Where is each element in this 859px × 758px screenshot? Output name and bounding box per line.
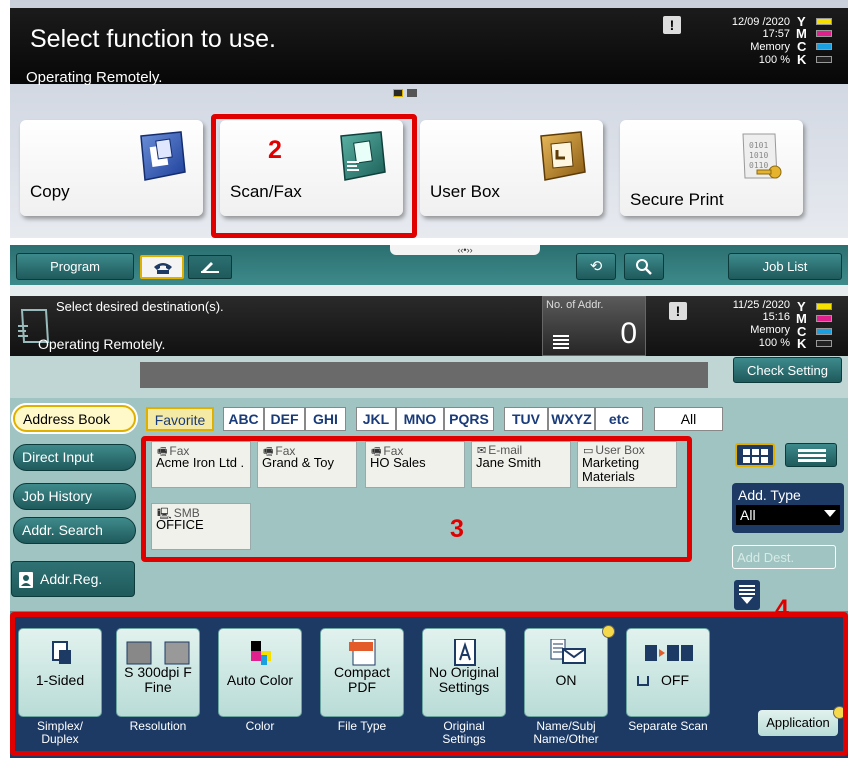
callout-number-2: 2 xyxy=(268,136,282,164)
toner-magenta-bar xyxy=(816,30,832,37)
add-type-dropdown[interactable]: All xyxy=(736,505,840,525)
time-readout: 15:16 xyxy=(762,311,790,323)
search-icon xyxy=(636,259,652,275)
address-count: 0 xyxy=(620,317,637,350)
remote-status: Operating Remotely. xyxy=(38,336,166,352)
toner-k-letter: K xyxy=(797,52,807,67)
toner-magenta-bar xyxy=(816,315,832,322)
phone-icon xyxy=(154,263,172,274)
user-box-label: User Box xyxy=(430,182,500,201)
addr-reg-button[interactable]: Addr.Reg. xyxy=(11,561,135,597)
function-select-screen: Select function to use. Operating Remote… xyxy=(10,0,848,238)
secure-print-label: Secure Print xyxy=(630,190,724,209)
address-counter: No. of Addr. 0 xyxy=(542,296,646,356)
connect-button[interactable]: ⟲ xyxy=(576,253,616,280)
addr-search-tab[interactable]: Addr. Search xyxy=(13,517,136,544)
date-readout: 12/09 /2020 xyxy=(731,16,790,28)
grid-view-icon xyxy=(743,449,768,463)
toner-cyan-bar xyxy=(816,328,832,335)
panel-handle[interactable]: ‹‹•›› xyxy=(390,245,540,255)
memory-value: 100 % xyxy=(758,337,790,349)
toner-cyan-bar xyxy=(816,43,832,50)
svg-text:0101: 0101 xyxy=(749,141,768,150)
index-tab-def[interactable]: DEF xyxy=(264,407,305,431)
top-tab-bar: Program ‹‹•›› ⟲ Job List xyxy=(10,245,848,285)
scroll-down-button[interactable] xyxy=(734,580,760,610)
address-book-tab[interactable]: Address Book xyxy=(13,405,136,432)
callout-box-4 xyxy=(10,612,848,756)
toner-black-bar xyxy=(816,56,832,63)
toner-black-bar xyxy=(816,340,832,347)
index-tab-all[interactable]: All xyxy=(654,407,723,431)
add-dest-button[interactable]: Add Dest. xyxy=(732,545,836,569)
remote-status: Operating Remotely. xyxy=(26,69,163,86)
fax-mode-tab[interactable] xyxy=(140,255,184,279)
date-readout: 11/25 /2020 xyxy=(732,299,790,311)
user-box-tile[interactable]: User Box xyxy=(420,120,603,216)
index-tab-abc[interactable]: ABC xyxy=(223,407,264,431)
secure-print-tile[interactable]: 0101 1010 0110 Secure Print xyxy=(620,120,803,216)
toner-yellow-bar xyxy=(816,303,832,310)
svg-text:0110: 0110 xyxy=(749,161,768,170)
function-prompt: Select function to use. xyxy=(30,25,276,53)
address-register-icon xyxy=(19,572,33,588)
index-tab-wxyz[interactable]: WXYZ xyxy=(548,407,595,431)
index-tab-jkl[interactable]: JKL xyxy=(356,407,396,431)
chevron-down-icon xyxy=(824,510,836,517)
job-history-tab[interactable]: Job History xyxy=(13,483,136,510)
copy-icon xyxy=(140,131,186,181)
list-view-toggle[interactable] xyxy=(785,443,837,467)
page-dot-active[interactable] xyxy=(393,89,403,97)
svg-text:1010: 1010 xyxy=(749,151,768,160)
destination-prompt: Select desired destination(s). xyxy=(56,299,224,314)
secure-print-icon: 0101 1010 0110 xyxy=(742,133,782,179)
remote-connect-icon: ⟲ xyxy=(589,258,603,275)
grid-view-toggle[interactable] xyxy=(735,443,775,467)
copy-tile[interactable]: Copy xyxy=(20,120,203,216)
warning-icon[interactable]: ! xyxy=(669,302,687,320)
scan-fax-screen: Program ‹‹•›› ⟲ Job List Select desired … xyxy=(10,245,848,758)
add-type-value: All xyxy=(740,507,756,523)
add-dest-label: Add Dest. xyxy=(737,550,795,565)
index-tab-mno[interactable]: MNO xyxy=(396,407,444,431)
top-status-bar: Select function to use. Operating Remote… xyxy=(10,8,848,86)
job-list-button[interactable]: Job List xyxy=(728,253,842,280)
callout-box-2 xyxy=(211,114,417,238)
warning-icon[interactable]: ! xyxy=(663,16,681,34)
direct-input-tab[interactable]: Direct Input xyxy=(13,444,136,471)
memory-value: 100 % xyxy=(758,54,790,66)
memory-label: Memory xyxy=(750,41,790,53)
toner-yellow-bar xyxy=(816,18,832,25)
index-tab-ghi[interactable]: GHI xyxy=(305,407,346,431)
callout-number-3: 3 xyxy=(450,515,464,543)
page-dot[interactable] xyxy=(407,89,417,97)
scanner-icon xyxy=(201,262,219,273)
scan-status-bar: Select desired destination(s). Operating… xyxy=(10,296,848,356)
check-setting-button[interactable]: Check Setting xyxy=(733,357,842,383)
scan-mode-tab[interactable] xyxy=(188,255,232,279)
program-button[interactable]: Program xyxy=(16,253,134,280)
time-readout: 17:57 xyxy=(762,28,790,40)
callout-number-4: 4 xyxy=(775,595,789,623)
index-tab-etc[interactable]: etc xyxy=(595,407,643,431)
index-tab-pqrs[interactable]: PQRS xyxy=(444,407,494,431)
toner-k-letter: K xyxy=(797,336,807,351)
memory-label: Memory xyxy=(750,324,790,336)
spacer-strip xyxy=(10,285,848,296)
search-button[interactable] xyxy=(624,253,664,280)
destination-input-field[interactable] xyxy=(140,362,708,388)
list-icon xyxy=(553,335,569,349)
addr-reg-label: Addr.Reg. xyxy=(40,571,103,587)
user-box-icon xyxy=(540,131,586,181)
index-tab-favorite[interactable]: Favorite xyxy=(146,407,214,431)
add-type-label: Add. Type xyxy=(738,487,801,503)
list-view-icon xyxy=(798,449,826,462)
callout-box-3 xyxy=(141,436,692,562)
index-tab-tuv[interactable]: TUV xyxy=(504,407,548,431)
scroll-down-icon xyxy=(739,585,755,604)
address-counter-label: No. of Addr. xyxy=(546,299,604,311)
copy-label: Copy xyxy=(30,182,70,201)
add-type-selector[interactable]: Add. Type All xyxy=(732,483,844,533)
